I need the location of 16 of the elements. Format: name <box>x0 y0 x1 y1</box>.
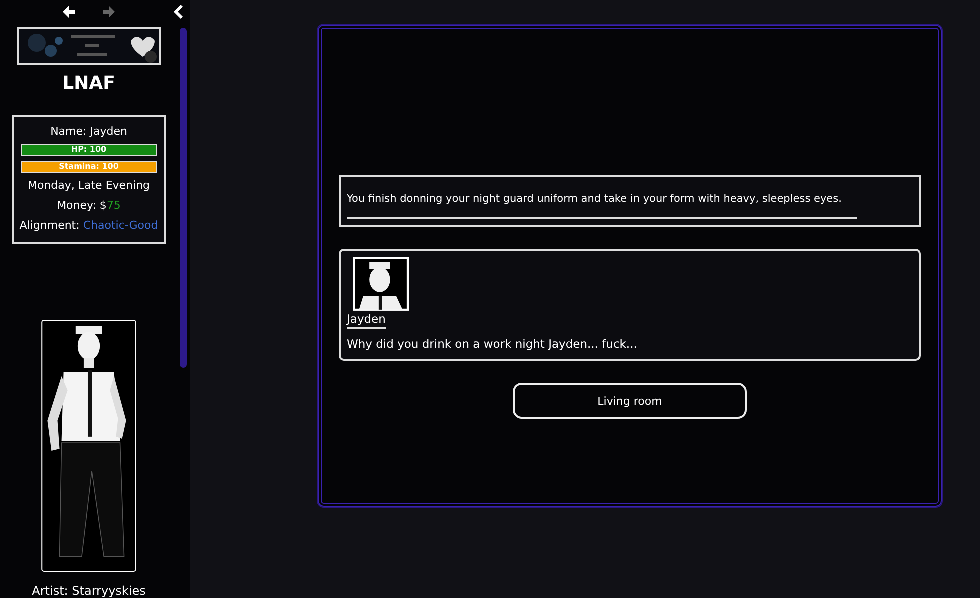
narration-text: You finish donning your night guard uniform and take in your form with heavy, sleepless eyes. <box>347 191 857 219</box>
alignment-value: Chaotic-Good <box>83 219 158 232</box>
character-name: Name: Jayden <box>50 124 128 140</box>
dialogue-text: Why did you drink on a work night Jayden... fuck... <box>347 337 638 351</box>
story-title: LNAF <box>62 73 116 96</box>
time-of-day: Monday, Late Evening <box>28 177 150 194</box>
stat-bar-label: Stamina: 100 <box>59 162 119 172</box>
artist-credit: Artist: Starryyskies <box>32 584 146 598</box>
speaker-name: Jayden <box>347 312 386 329</box>
passage-link-button[interactable]: Living room <box>513 383 747 419</box>
scrollbar-thumb[interactable] <box>180 28 187 368</box>
collapse-sidebar-button[interactable] <box>172 4 186 22</box>
money-label: Money: $ <box>57 199 107 212</box>
money-value: 75 <box>106 199 121 212</box>
alignment-label: Alignment: <box>20 219 81 232</box>
stat-bar-label: HP: 100 <box>71 145 107 155</box>
